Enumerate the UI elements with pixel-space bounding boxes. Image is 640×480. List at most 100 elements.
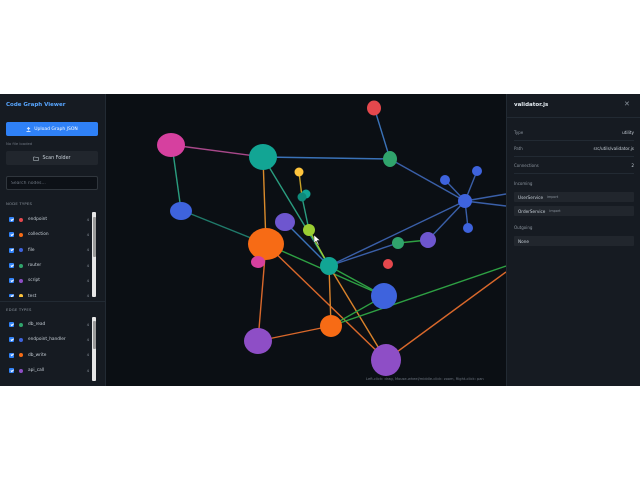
node-type-script[interactable]: script 4: [6, 273, 92, 288]
graph-node[interactable]: [297, 192, 307, 202]
close-icon[interactable]: ✕: [624, 100, 630, 108]
graph-canvas[interactable]: Left-click: drag, Mouse-wheel/middle-cli…: [106, 94, 507, 386]
color-dot: [19, 278, 23, 283]
graph-node[interactable]: [458, 194, 472, 208]
graph-node[interactable]: [383, 259, 393, 269]
node-type-count: 4: [86, 248, 89, 253]
app-window: Code Graph Viewer Upload Graph JSON No f…: [0, 94, 640, 386]
node-type-router[interactable]: router 4: [6, 258, 92, 273]
graph-node[interactable]: [275, 213, 295, 231]
graph-edge: [389, 158, 466, 202]
graph-node[interactable]: [320, 257, 338, 275]
checkbox[interactable]: [9, 322, 14, 328]
graph-controls-hint: Left-click: drag, Mouse-wheel/middle-cli…: [366, 377, 484, 381]
checkbox[interactable]: [9, 368, 14, 374]
graph-edge: [330, 265, 507, 327]
graph-node[interactable]: [367, 100, 381, 116]
incoming-item-name: UserService: [518, 194, 544, 200]
edge-type-api-call[interactable]: api_call 4: [6, 363, 92, 378]
graph-node[interactable]: [472, 166, 482, 176]
node-types-heading: NODE TYPES: [6, 201, 33, 206]
upload-graph-label: Upload Graph JSON: [34, 126, 78, 132]
color-dot: [19, 368, 23, 373]
edge-type-db-read[interactable]: db_read 4: [6, 317, 92, 332]
edge-type-label: db_write: [28, 352, 47, 358]
graph-node[interactable]: [251, 256, 265, 268]
graph-node[interactable]: [303, 224, 315, 236]
graph-edge: [427, 200, 466, 241]
edge-type-label: api_call: [28, 368, 45, 374]
path-label: Path: [514, 146, 523, 151]
edge-type-label: endpoint_handler: [28, 337, 66, 343]
edge-types-scrollbar[interactable]: [92, 317, 96, 381]
divider: [514, 156, 634, 157]
upload-graph-button[interactable]: Upload Graph JSON: [6, 122, 98, 136]
panel-title: validator.js: [514, 102, 549, 108]
edge-type-count: 4: [86, 322, 89, 327]
checkbox[interactable]: [9, 232, 14, 238]
edge-type-db-write[interactable]: db_write 4: [6, 348, 92, 363]
graph-node[interactable]: [320, 315, 342, 337]
divider: [507, 117, 640, 118]
node-detail-panel: validator.js ✕ Type utility Path src/uti…: [506, 94, 640, 386]
incoming-item-name: OrderService: [518, 208, 546, 214]
graph-edge: [262, 156, 391, 160]
node-type-count: 4: [86, 232, 89, 237]
node-type-test[interactable]: test 4: [6, 288, 92, 297]
edge-type-count: 4: [86, 337, 89, 342]
edge-type-endpoint-handler[interactable]: endpoint_handler 4: [6, 332, 92, 347]
node-type-endpoint[interactable]: endpoint 4: [6, 212, 92, 227]
graph-node[interactable]: [248, 228, 284, 260]
search-input[interactable]: [6, 176, 98, 190]
graph-node[interactable]: [420, 232, 436, 248]
edge-types-heading: EDGE TYPES: [6, 307, 32, 312]
edge-type-label: db_read: [28, 322, 46, 328]
node-type-label: file: [28, 247, 35, 253]
incoming-item[interactable]: OrderService import: [514, 206, 634, 216]
scan-folder-label: Scan Folder: [42, 155, 71, 161]
scrollbar-thumb[interactable]: [92, 217, 96, 257]
node-type-file[interactable]: file 4: [6, 243, 92, 258]
checkbox[interactable]: [9, 217, 14, 223]
graph-edge: [328, 200, 466, 267]
graph-node[interactable]: [294, 167, 304, 177]
incoming-item[interactable]: UserService import: [514, 192, 634, 202]
graph-edge: [385, 271, 507, 361]
graph-node[interactable]: [157, 133, 185, 157]
node-type-count: 4: [86, 278, 89, 283]
checkbox[interactable]: [9, 247, 14, 253]
node-type-label: router: [28, 263, 42, 269]
node-types-list: endpoint 4 collection 4 file 4 router 4 scri…: [6, 212, 92, 297]
graph-node[interactable]: [392, 237, 404, 249]
folder-icon: [33, 156, 40, 161]
graph-node[interactable]: [371, 283, 397, 309]
scan-folder-button[interactable]: Scan Folder: [6, 151, 98, 165]
outgoing-empty: None: [514, 236, 634, 246]
node-type-label: endpoint: [28, 217, 48, 223]
graph-svg[interactable]: [106, 94, 507, 386]
scrollbar-thumb[interactable]: [92, 321, 96, 349]
node-types-scrollbar[interactable]: [92, 212, 96, 297]
graph-node[interactable]: [244, 328, 272, 354]
graph-node[interactable]: [463, 223, 473, 233]
checkbox[interactable]: [9, 278, 14, 284]
graph-node[interactable]: [440, 175, 450, 185]
edge-type-count: 4: [86, 353, 89, 358]
checkbox[interactable]: [9, 337, 14, 343]
graph-node[interactable]: [383, 151, 397, 167]
type-label: Type: [514, 130, 524, 135]
color-dot: [19, 294, 23, 297]
node-type-collection[interactable]: collection 4: [6, 227, 92, 242]
upload-icon: [26, 126, 31, 132]
checkbox[interactable]: [9, 293, 14, 297]
checkbox[interactable]: [9, 263, 14, 269]
incoming-label: Incoming: [514, 181, 533, 186]
checkbox[interactable]: [9, 352, 14, 358]
graph-node[interactable]: [371, 344, 401, 376]
graph-node[interactable]: [170, 202, 192, 220]
graph-node[interactable]: [249, 144, 277, 170]
connections-value: 2: [631, 163, 634, 168]
outgoing-label: Outgoing: [514, 225, 533, 230]
incoming-item-kind: import: [547, 195, 559, 199]
node-type-label: collection: [28, 232, 49, 238]
